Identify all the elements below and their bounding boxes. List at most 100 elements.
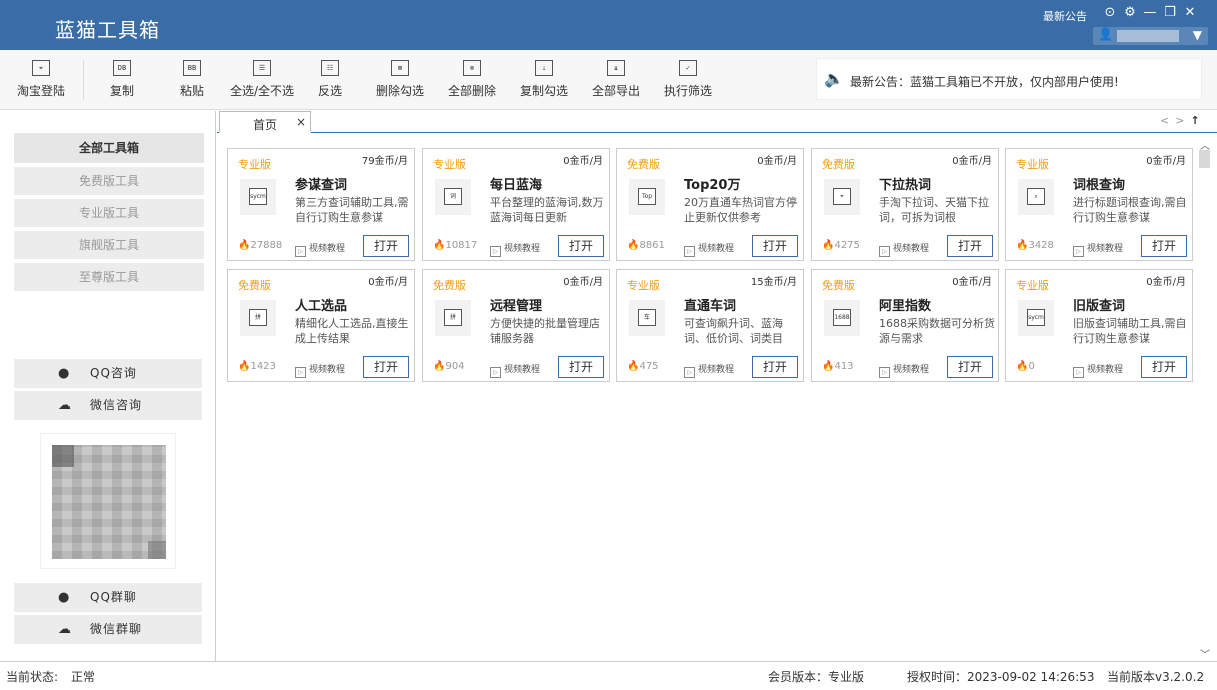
video-tutorial-link[interactable]: ▷ 视频教程 [684,362,734,378]
tool-name: 阿里指数 [879,299,932,314]
heat-count: 🔥0 [1016,361,1035,372]
video-tutorial-link[interactable]: ▷ 视频教程 [684,241,734,257]
tool-description: 精细化人工选品,直接生成上传结果 [295,317,409,345]
video-tutorial-link[interactable]: ▷ 视频教程 [1073,241,1123,257]
video-tutorial-link[interactable]: ▷ 视频教程 [1073,362,1123,378]
chevron-down-icon: ▼ [1192,28,1202,42]
sidebar-item-flagship-tools[interactable]: 旗舰版工具 [14,231,204,259]
wechat-consult-button[interactable]: ☁ 微信咨询 [14,391,202,420]
price-label: 79金币/月 [361,156,408,167]
heat-value: 4275 [834,240,860,251]
tool-glyph: Top [638,188,656,205]
wechat-group-button[interactable]: ☁ 微信群聊 [14,615,202,644]
video-tutorial-link[interactable]: ▷ 视频教程 [879,362,929,378]
tab-nav: <>↑ [1160,114,1206,127]
qq-consult-button[interactable]: ● QQ咨询 [14,359,202,388]
video-tutorial-link[interactable]: ▷ 视频教程 [490,241,540,257]
app-version: 当前版本v3.2.0.2 [1107,670,1205,684]
chevron-right-icon[interactable]: > [1175,114,1190,127]
tool-label: 全部导出 [592,84,641,98]
sidebar-item-pro-tools[interactable]: 专业版工具 [14,199,204,227]
heat-value: 10817 [445,240,478,251]
open-button[interactable]: 打开 [947,235,993,257]
heat-count: 🔥27888 [238,240,283,251]
play-icon: ▷ [879,367,890,378]
video-tutorial-link[interactable]: ▷ 视频教程 [879,241,929,257]
delete-all-icon: ⊗ [463,60,481,76]
edition-badge: 专业版 [627,279,660,292]
close-icon[interactable]: × [296,115,306,129]
edition-badge: 专业版 [1016,279,1049,292]
member-version: 会员版本：专业版 [768,670,865,684]
price-label: 0金币/月 [757,156,797,167]
qr-code-frame [40,433,176,569]
edition-badge: 专业版 [433,158,466,171]
tool-name: 下拉热词 [879,178,932,193]
user-dropdown[interactable]: 👤 ▼ [1093,27,1208,45]
sidebar-item-free-tools[interactable]: 免费版工具 [14,167,204,195]
copy-checked-button[interactable]: ⇣ 复制勾选 [520,60,568,99]
feedback-icon[interactable]: ⊙ [1103,5,1117,20]
open-button[interactable]: 打开 [947,356,993,378]
paste-button[interactable]: BB 粘贴 [180,60,204,99]
open-button[interactable]: 打开 [1141,235,1187,257]
video-tutorial-link[interactable]: ▷ 视频教程 [490,362,540,378]
video-label: 视频教程 [893,365,930,375]
heat-value: 475 [639,361,659,372]
delete-all-button[interactable]: ⊗ 全部删除 [448,60,496,99]
tool-card: 专业版 79金币/月 sycm 参谋查词 第三方查词辅助工具,需自行订购生意参谋 🔥278… [227,148,415,261]
restore-icon[interactable]: ❐ [1163,5,1177,20]
tool-card: 专业版 0金币/月 sycm 旧版查词 旧版查词辅助工具,需自行订购生意参谋 🔥0 ▷ 视频教… [1005,269,1193,382]
scrollbar-thumb[interactable] [1199,150,1210,168]
tool-description: 20万直通车热词官方停止更新仅供参考 [684,196,797,224]
run-filter-button[interactable]: ✓ 执行筛选 [664,60,712,99]
copy-button[interactable]: DB 复制 [110,60,134,99]
tool-glyph: 词 [444,188,462,205]
heat-count: 🔥1423 [238,361,276,372]
play-icon: ▷ [490,367,501,378]
tool-description: 进行标题词根查询,需自行订购生意参谋 [1073,196,1187,224]
open-button[interactable]: 打开 [752,356,798,378]
qq-group-button[interactable]: ● QQ群聊 [14,583,202,612]
chevron-left-icon[interactable]: < [1160,114,1175,127]
video-label: 视频教程 [504,365,541,375]
tab-home[interactable]: 首页 × [219,111,311,133]
tool-card: 免费版 0金币/月 Top Top20万 20万直通车热词官方停止更新仅供参考 🔥8861… [616,148,804,261]
select-all-button[interactable]: ☰ 全选/全不选 [230,60,294,99]
video-tutorial-link[interactable]: ▷ 视频教程 [295,362,345,378]
tool-icon: sycm [240,179,276,215]
play-icon: ▷ [295,367,306,378]
invert-select-icon: ☷ [321,60,339,76]
minimize-icon[interactable]: — [1143,5,1157,20]
open-button[interactable]: 打开 [558,235,604,257]
video-tutorial-link[interactable]: ▷ 视频教程 [295,241,345,257]
play-icon: ▷ [684,367,695,378]
open-button[interactable]: 打开 [752,235,798,257]
tab-label: 首页 [253,118,278,132]
contact-label: QQ群聊 [90,590,137,604]
title-notice-link[interactable]: 最新公告 [1043,8,1087,24]
open-button[interactable]: 打开 [558,356,604,378]
scroll-down-icon[interactable]: ﹀ [1200,646,1210,661]
delete-checked-button[interactable]: ⊠ 删除勾选 [376,60,424,99]
arrow-up-icon[interactable]: ↑ [1190,114,1205,127]
sidebar-item-supreme-tools[interactable]: 至尊版工具 [14,263,204,291]
taobao-login-button[interactable]: ⌖ 淘宝登陆 [17,60,65,99]
play-icon: ▷ [1073,246,1084,257]
close-icon[interactable]: ✕ [1183,5,1197,20]
heat-value: 8861 [639,240,665,251]
open-button[interactable]: 打开 [1141,356,1187,378]
settings-icon[interactable]: ⚙ [1123,5,1137,20]
invert-select-button[interactable]: ☷ 反选 [318,60,342,99]
tool-label: 反选 [318,84,343,98]
open-button[interactable]: 打开 [363,356,409,378]
tool-glyph: 拼 [249,309,267,326]
heat-count: 🔥413 [822,361,854,372]
video-label: 视频教程 [504,244,541,254]
sidebar-item-all-tools[interactable]: 全部工具箱 [14,133,204,163]
tool-label: 执行筛选 [664,84,713,98]
price-label: 0金币/月 [368,277,408,288]
open-button[interactable]: 打开 [363,235,409,257]
export-all-button[interactable]: ⇊ 全部导出 [592,60,640,99]
edition-badge: 免费版 [627,158,660,171]
